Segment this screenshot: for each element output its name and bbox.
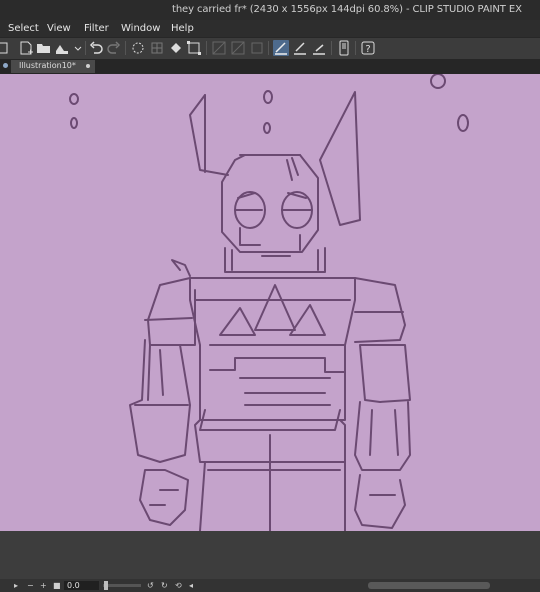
menu-view[interactable]: View [47,23,71,34]
tab-close-icon[interactable] [86,64,90,68]
clip-icon[interactable] [0,40,10,56]
horizontal-scrollbar[interactable] [368,582,490,589]
ruler-icon[interactable] [211,40,227,56]
tab-label: Illustration10* [19,61,76,70]
zoom-slider-track[interactable] [103,584,141,587]
flip-icon[interactable]: ◂ [189,581,193,590]
menu-window[interactable]: Window [121,23,160,34]
save-icon[interactable] [54,40,70,56]
sketch-artwork [69,74,469,531]
canvas-margin [0,531,540,579]
fill-icon[interactable] [168,40,184,56]
grid-icon[interactable] [149,40,165,56]
status-bar: ▸ − + ■ 0.0 ↺ ↻ ⟲ ◂ [0,579,540,592]
fit-icon[interactable]: ■ [53,581,61,590]
chevron-down-icon[interactable] [70,40,86,56]
pen-icon[interactable] [273,40,289,56]
zoom-in-icon[interactable]: + [40,581,47,590]
zoom-slider-knob[interactable] [104,581,108,590]
open-icon[interactable] [36,40,52,56]
document-tab-bar: Illustration10* [0,59,540,74]
zoom-out-icon[interactable]: − [27,581,34,590]
layer-icon[interactable] [230,40,246,56]
undo-icon[interactable] [88,40,104,56]
svg-text:?: ? [365,44,370,55]
navigator-toggle-icon[interactable]: ▸ [14,581,18,590]
brush-icon[interactable] [292,40,308,56]
transform-icon[interactable] [130,40,146,56]
menu-filter[interactable]: Filter [84,23,109,34]
title-bar: they carried fr* (2430 x 1556px 144dpi 6… [0,0,540,20]
menu-select[interactable]: Select [8,23,39,34]
rotate-right-icon[interactable]: ↻ [161,581,168,590]
drawing-canvas[interactable] [0,74,540,531]
rotate-left-icon[interactable]: ↺ [147,581,154,590]
select-icon[interactable] [186,40,202,56]
window-title: they carried fr* (2430 x 1556px 144dpi 6… [172,4,522,15]
zoom-input[interactable]: 0.0 [64,581,99,590]
command-bar: ? [0,37,540,60]
tab-illustration[interactable]: Illustration10* [11,60,95,73]
eraser-icon[interactable] [311,40,327,56]
menu-bar: Select View Filter Window Help [0,20,540,37]
menu-help[interactable]: Help [171,23,194,34]
reset-rotation-icon[interactable]: ⟲ [175,581,182,590]
help-icon[interactable]: ? [360,40,376,56]
device-icon[interactable] [336,40,352,56]
new-canvas-icon[interactable] [18,40,34,56]
tab-menu-icon[interactable] [3,63,8,68]
square-icon[interactable] [249,40,265,56]
redo-icon[interactable] [106,40,122,56]
